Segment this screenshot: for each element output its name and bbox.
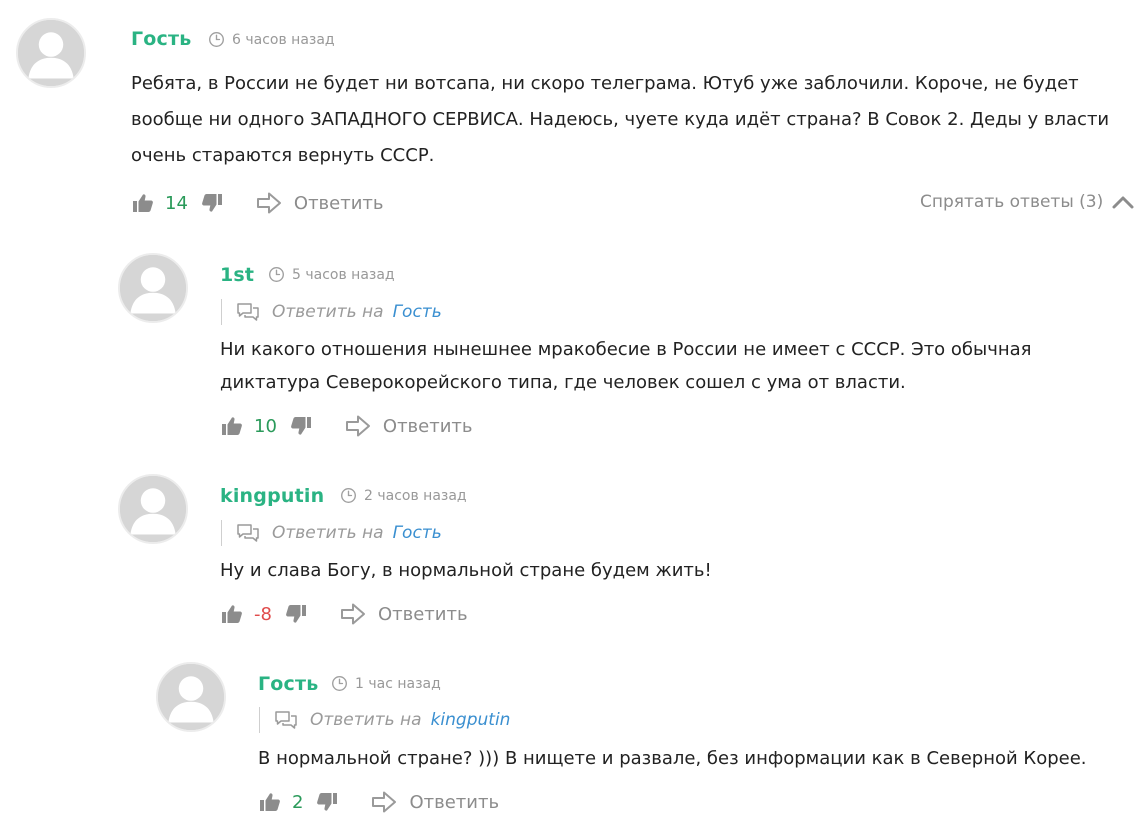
reply-arrow-icon [371,791,397,813]
vote-count: 10 [254,415,277,437]
comment-actions: -8 Ответить [220,599,468,629]
avatar [156,662,226,732]
reply-button[interactable]: Ответить [256,192,384,214]
comment-time-text: 5 часов назад [292,266,395,283]
chevron-up-icon [1111,194,1135,210]
chat-bubbles-icon [236,523,260,543]
comment-text: Ну и слава Богу, в нормальной стране буд… [220,560,712,581]
comment-actions: 2 Ответить [258,787,499,817]
vote-count: -8 [254,603,272,625]
thumbs-down-icon[interactable] [315,790,339,814]
reply-button[interactable]: Ответить [340,603,468,625]
reply-to-author-link[interactable]: Гость [393,302,442,322]
toggle-replies-label: Спрятать ответы (3) [920,192,1104,212]
comment-actions: 10 Ответить [220,411,473,441]
comment-text: Ни какого отношения нынешнее мракобесие … [220,339,1032,393]
reply-to-indicator: Ответить на Гость [221,520,442,546]
clock-icon [331,675,348,692]
comment-actions: 14 Ответить [131,188,384,218]
chat-bubbles-icon [274,710,298,730]
chat-bubbles-icon [236,302,260,322]
comment-time-text: 2 часов назад [364,487,467,504]
thumbs-up-icon[interactable] [220,414,244,438]
comment-time: 5 часов назад [268,266,395,283]
reply-button-label: Ответить [377,603,468,625]
reply-button-label: Ответить [409,791,500,813]
thumbs-up-icon[interactable] [220,602,244,626]
reply-button-label: Ответить [382,415,473,437]
comment-time: 6 часов назад [208,31,335,48]
comment-text: В нормальной стране? ))) В нищете и разв… [258,748,1087,769]
reply-button[interactable]: Ответить [371,791,499,813]
vote-count: 2 [292,791,304,813]
reply-to-author-link[interactable]: kingputin [431,710,511,730]
thumbs-up-icon[interactable] [131,191,155,215]
reply-to-prefix: Ответить на [310,710,422,730]
comment-author[interactable]: kingputin [220,485,324,507]
avatar [16,18,86,88]
comment-text: Ребята, в России не будет ни вотсапа, ни… [131,73,1110,166]
reply-arrow-icon [345,415,371,437]
reply-arrow-icon [256,192,282,214]
reply-button[interactable]: Ответить [345,415,473,437]
toggle-replies-button[interactable]: Спрятать ответы (3) [920,192,1135,212]
default-avatar-icon [120,255,186,321]
avatar [118,253,188,323]
clock-icon [268,266,285,283]
reply-to-indicator: Ответить на Гость [221,299,442,325]
comment-author[interactable]: Гость [131,28,191,50]
reply-to-prefix: Ответить на [272,523,384,543]
comment-time-text: 6 часов назад [232,31,335,48]
reply-to-indicator: Ответить на kingputin [259,707,510,733]
default-avatar-icon [158,664,224,730]
default-avatar-icon [120,476,186,542]
default-avatar-icon [18,20,84,86]
reply-arrow-icon [340,603,366,625]
clock-icon [340,487,357,504]
comment-author[interactable]: 1st [220,264,254,286]
thumbs-down-icon[interactable] [289,414,313,438]
thumbs-down-icon[interactable] [284,602,308,626]
vote-count: 14 [165,192,188,214]
reply-to-author-link[interactable]: Гость [393,523,442,543]
reply-to-prefix: Ответить на [272,302,384,322]
avatar [118,474,188,544]
comment-time: 2 часов назад [340,487,467,504]
comment-time-text: 1 час назад [355,675,441,692]
comment-author[interactable]: Гость [258,673,318,695]
reply-button-label: Ответить [293,192,384,214]
comment-time: 1 час назад [331,675,441,692]
thumbs-down-icon[interactable] [200,191,224,215]
clock-icon [208,31,225,48]
thumbs-up-icon[interactable] [258,790,282,814]
